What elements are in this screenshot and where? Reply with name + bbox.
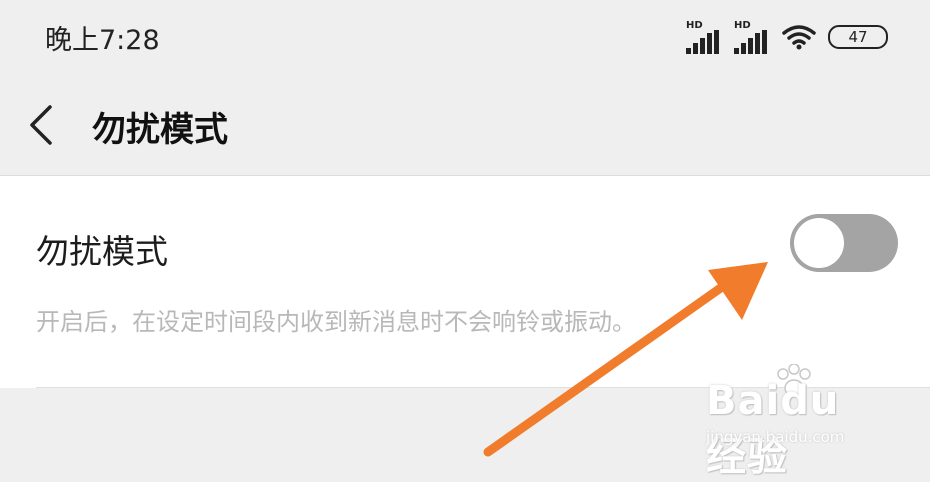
back-button[interactable]: [20, 97, 64, 153]
setting-description: 开启后，在设定时间段内收到新消息时不会响铃或振动。: [36, 308, 636, 336]
battery-indicator: 47: [828, 25, 888, 49]
chevron-left-icon: [30, 105, 52, 145]
app-bar: 勿扰模式: [0, 75, 930, 176]
signal-icon: HD: [686, 20, 722, 54]
toggle-knob: [794, 218, 844, 268]
watermark-url: jingyan.baidu.com: [706, 428, 845, 446]
status-icons: HD HD 47: [686, 20, 888, 54]
setting-title: 勿扰模式: [36, 232, 168, 271]
status-bar: 晚上7:28 HD HD 47: [0, 0, 930, 75]
setting-card: 勿扰模式 开启后，在设定时间段内收到新消息时不会响铃或振动。: [0, 176, 930, 388]
baidu-watermark: Baidu 经验 jingyan.baidu.com: [700, 364, 880, 480]
status-time: 晚上7:28: [45, 25, 160, 56]
wifi-icon: [782, 25, 816, 50]
signal-icon: HD: [734, 20, 770, 54]
do-not-disturb-toggle[interactable]: [790, 214, 898, 272]
page-title: 勿扰模式: [92, 110, 228, 150]
